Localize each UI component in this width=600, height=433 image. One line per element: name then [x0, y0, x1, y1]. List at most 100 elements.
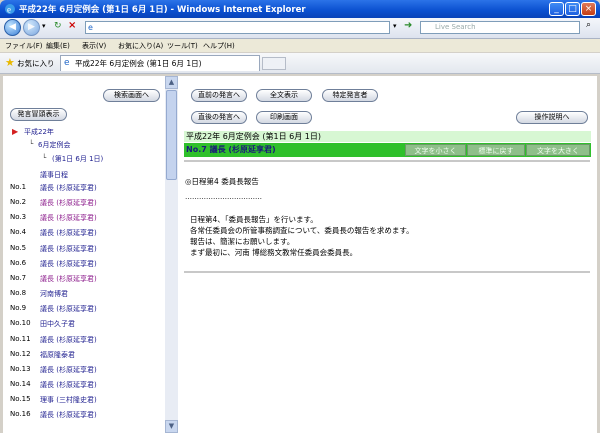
left-pane-scrollbar[interactable]: ▲ ▼ [165, 76, 178, 433]
speech-body: 日程第4、「委員長報告」を行います。 各常任委員会の所管事務調査について、委員長… [190, 214, 414, 258]
list-item[interactable]: No.10 田中久子君 [10, 319, 160, 331]
print-button[interactable]: 印刷画面 [256, 111, 312, 124]
list-item-number: No.8 [10, 289, 27, 297]
menu-bar: ファイル(F) 編集(E) 表示(V) お気に入り(A) ツール(T) ヘルプ(… [0, 39, 600, 52]
list-item[interactable]: No.15 理事 (三村隆史君) [10, 395, 160, 407]
address-bar-row: ◀ ▶ ▾ ↻ × e ▾ ➜ Live Search ⌕ [0, 18, 600, 39]
list-item-speaker-link[interactable]: 議長 (杉原延享君) [40, 274, 97, 284]
list-item[interactable]: No.5 議長 (杉原延享君) [10, 244, 160, 256]
back-button[interactable]: ◀ [4, 19, 21, 36]
menu-help[interactable]: ヘルプ(H) [203, 41, 235, 51]
list-item-speaker-link[interactable]: 理事 (三村隆史君) [40, 395, 97, 405]
menu-file[interactable]: ファイル(F) [5, 41, 43, 51]
search-input[interactable]: Live Search [420, 21, 580, 34]
list-item[interactable]: No.16 議長 (杉原延享君) [10, 410, 160, 422]
minimize-button[interactable]: _ [549, 2, 564, 16]
list-item-speaker-link[interactable]: 田中久子君 [40, 319, 75, 329]
show-all-button[interactable]: 全文表示 [256, 89, 312, 102]
menu-favorites[interactable]: お気に入り(A) [118, 41, 163, 51]
list-item-number: No.1 [10, 183, 27, 191]
list-item-speaker-link[interactable]: 議長 (杉原延享君) [40, 365, 97, 375]
specific-speaker-button[interactable]: 特定発言者 [322, 89, 378, 102]
list-item[interactable]: No.14 議長 (杉原延享君) [10, 380, 160, 392]
search-screen-button[interactable]: 検索画面へ [103, 89, 160, 102]
font-reset-button[interactable]: 標準に戻す [467, 144, 525, 156]
list-item-speaker-link[interactable]: 議長 (杉原延享君) [40, 244, 97, 254]
list-item-number: No.4 [10, 228, 27, 236]
forward-button[interactable]: ▶ [23, 19, 40, 36]
list-item-speaker-link[interactable]: 議長 (杉原延享君) [40, 198, 97, 208]
list-item[interactable]: No.3 議長 (杉原延享君) [10, 213, 160, 225]
list-item-speaker-link[interactable]: 議長 (杉原延享君) [40, 228, 97, 238]
font-smaller-button[interactable]: 文字を小さく [405, 144, 466, 156]
tree-day[interactable]: (第1日 6月 1日) [52, 154, 103, 164]
tab-title: 平成22年 6月定例会 (第1日 6月 1日) [75, 59, 202, 68]
window-title-bar[interactable]: e 平成22年 6月定例会 (第1日 6月 1日) - Windows Inte… [0, 0, 600, 18]
list-item[interactable]: No.1 議長 (杉原延享君) [10, 183, 160, 195]
list-item-number: No.16 [10, 410, 31, 418]
list-item-speaker-link[interactable]: 福原隆泰君 [40, 350, 75, 360]
new-tab-button[interactable] [262, 57, 286, 70]
list-item[interactable]: No.9 議長 (杉原延享君) [10, 304, 160, 316]
list-item-number: No.11 [10, 335, 31, 343]
star-icon[interactable]: ★ [5, 56, 15, 69]
stop-icon[interactable]: × [68, 20, 76, 31]
list-item-number: No.3 [10, 213, 27, 221]
list-item-speaker-link[interactable]: 議長 (杉原延享君) [40, 213, 97, 223]
help-button[interactable]: 操作説明へ [516, 111, 588, 124]
list-item-speaker-link[interactable]: 議長 (杉原延享君) [40, 410, 97, 420]
list-item-speaker-link[interactable]: 議長 (杉原延享君) [40, 335, 97, 345]
scroll-down-icon[interactable]: ▼ [165, 420, 178, 433]
list-item-speaker-link[interactable]: 河南博君 [40, 289, 68, 299]
svg-text:e: e [7, 5, 11, 15]
font-larger-button[interactable]: 文字を大きく [526, 144, 590, 156]
page-icon: e [88, 23, 93, 32]
menu-view[interactable]: 表示(V) [82, 41, 106, 51]
divider [184, 271, 590, 273]
close-button[interactable]: × [581, 2, 596, 16]
list-item-number: No.15 [10, 395, 31, 403]
speech-line: 各常任委員会の所管事務調査について、委員長の報告を求めます。 [190, 226, 414, 235]
list-item-number: No.9 [10, 304, 27, 312]
tree-branch-icon: └ [42, 154, 47, 162]
history-dropdown-icon[interactable]: ▾ [42, 22, 46, 30]
list-item-number: No.12 [10, 350, 31, 358]
prev-speaker-button[interactable]: 直前の発言へ [191, 89, 247, 102]
maximize-button[interactable]: □ [565, 2, 580, 16]
tree-session[interactable]: 6月定例会 [38, 140, 70, 150]
scroll-thumb[interactable] [166, 90, 177, 180]
go-arrow-icon[interactable]: ➜ [404, 20, 412, 31]
list-item-number: No.14 [10, 380, 31, 388]
list-item-number: No.2 [10, 198, 27, 206]
agenda-item-heading: ◎日程第4 委員長報告 [185, 177, 259, 186]
list-item-number: No.7 [10, 274, 27, 282]
list-item[interactable]: No.7 議長 (杉原延享君) [10, 274, 160, 286]
menu-edit[interactable]: 編集(E) [46, 41, 70, 51]
agenda-link[interactable]: 議事日程 [40, 170, 68, 180]
list-item-speaker-link[interactable]: 議長 (杉原延享君) [40, 183, 97, 193]
tree-year[interactable]: 平成22年 [24, 127, 54, 137]
tree-expand-icon[interactable]: ▶ [12, 127, 18, 136]
url-input[interactable]: e [85, 21, 390, 34]
list-item-speaker-link[interactable]: 議長 (杉原延享君) [40, 380, 97, 390]
refresh-icon[interactable]: ↻ [54, 21, 62, 31]
speaker-list-button[interactable]: 発言冒頭表示 [10, 108, 67, 121]
list-item-speaker-link[interactable]: 議長 (杉原延享君) [40, 259, 97, 269]
search-icon[interactable]: ⌕ [586, 20, 591, 30]
session-header: 平成22年 6月定例会 (第1日 6月 1日) [184, 131, 591, 142]
scroll-up-icon[interactable]: ▲ [165, 76, 178, 89]
list-item[interactable]: No.4 議長 (杉原延享君) [10, 228, 160, 240]
list-item[interactable]: No.13 議長 (杉原延享君) [10, 365, 160, 377]
list-item[interactable]: No.2 議長 (杉原延享君) [10, 198, 160, 210]
menu-tools[interactable]: ツール(T) [167, 41, 198, 51]
list-item[interactable]: No.8 河南博君 [10, 289, 160, 301]
list-item[interactable]: No.11 議長 (杉原延享君) [10, 335, 160, 347]
browser-tab[interactable]: e 平成22年 6月定例会 (第1日 6月 1日) [60, 55, 260, 71]
list-item-speaker-link[interactable]: 議長 (杉原延享君) [40, 304, 97, 314]
favorites-label[interactable]: お気に入り [17, 58, 55, 69]
next-speaker-button[interactable]: 直後の発言へ [191, 111, 247, 124]
list-item[interactable]: No.6 議長 (杉原延享君) [10, 259, 160, 271]
list-item[interactable]: No.12 福原隆泰君 [10, 350, 160, 362]
list-item-number: No.6 [10, 259, 27, 267]
url-dropdown-icon[interactable]: ▾ [393, 22, 397, 30]
